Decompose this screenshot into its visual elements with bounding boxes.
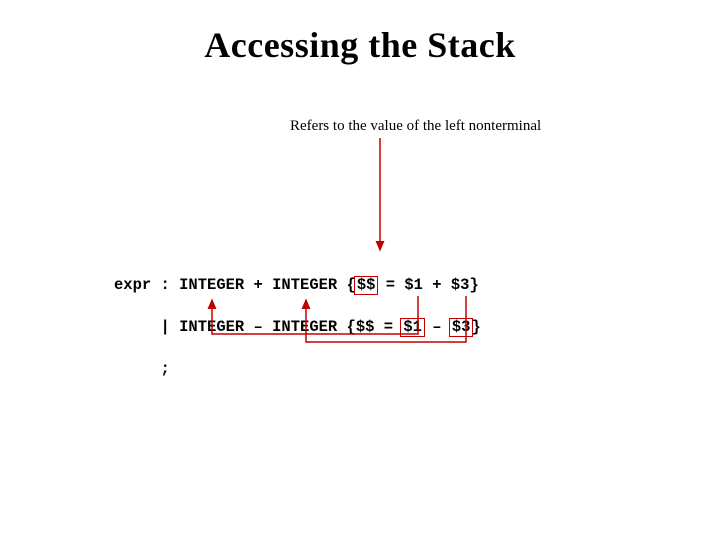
annotation-text: Refers to the value of the left nontermi… — [290, 118, 541, 135]
code-line-3: ; — [114, 359, 481, 380]
code-text: | INTEGER – INTEGER {$$ = — [114, 318, 402, 336]
code-line-2: | INTEGER – INTEGER {$$ = $1 – $3} — [114, 317, 481, 338]
code-text: – — [423, 318, 451, 336]
code-text: } — [471, 318, 480, 336]
code-line-1: expr : INTEGER + INTEGER {$$ = $1 + $3} — [114, 275, 481, 296]
code-text: = $1 + $3} — [376, 276, 478, 294]
slide-title: Accessing the Stack — [0, 0, 720, 66]
code-text: expr : INTEGER + INTEGER { — [114, 276, 356, 294]
boxed-dollar-dollar: $$ — [354, 276, 379, 295]
boxed-dollar-three: $3 — [449, 318, 474, 337]
boxed-dollar-one: $1 — [400, 318, 425, 337]
grammar-code: expr : INTEGER + INTEGER {$$ = $1 + $3} … — [114, 254, 481, 401]
